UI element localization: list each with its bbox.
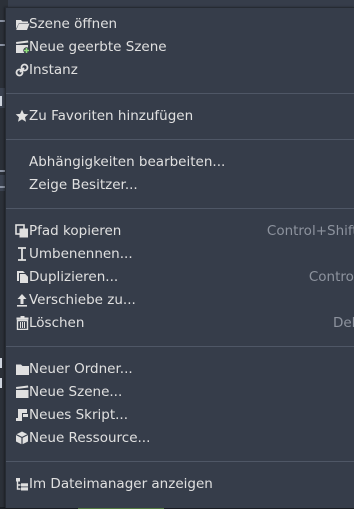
menu-item-label: Verschiebe zu...: [29, 292, 136, 308]
menu-item-label: Duplizieren...: [29, 269, 119, 285]
clapper-add-icon: [14, 39, 30, 55]
menu-item-label: Zu Favoriten hinzufügen: [29, 108, 194, 124]
menu-item-duplicate[interactable]: Duplizieren... Control+: [6, 266, 354, 289]
menu-item-delete[interactable]: Löschen Delet: [6, 312, 354, 335]
menu-item-copy-path[interactable]: Pfad kopieren Control+Shift+: [6, 220, 354, 243]
folder-open-icon: [14, 16, 30, 32]
separator: [6, 461, 354, 462]
trash-icon: [14, 315, 30, 331]
menu-item-edit-dependencies[interactable]: Abhängigkeiten bearbeiten...: [6, 151, 354, 174]
context-menu: Szene öffnen Neue geerbte Szene Instanz …: [5, 7, 354, 508]
menu-item-label: Zeige Besitzer...: [29, 177, 138, 193]
menu-item-label: Neue Ressource...: [29, 430, 151, 446]
menu-item-new-inherited-scene[interactable]: Neue geerbte Szene: [6, 36, 354, 59]
menu-item-open-scene[interactable]: Szene öffnen: [6, 13, 354, 36]
menu-item-label: Neue Szene...: [29, 384, 123, 400]
separator: [6, 208, 354, 209]
star-icon: [14, 108, 30, 124]
duplicate-icon: [14, 269, 30, 285]
menu-item-move-to[interactable]: Verschiebe zu...: [6, 289, 354, 312]
copy-icon: [14, 223, 30, 239]
menu-item-show-in-file-manager[interactable]: Im Dateimanager anzeigen: [6, 473, 354, 496]
menu-item-shortcut: Control+: [308, 269, 354, 285]
menu-item-new-folder[interactable]: Neuer Ordner...: [6, 358, 354, 381]
move-up-icon: [14, 292, 30, 308]
menu-item-add-favorite[interactable]: Zu Favoriten hinzufügen: [6, 105, 354, 128]
menu-item-label: Im Dateimanager anzeigen: [29, 476, 213, 492]
menu-item-new-resource[interactable]: Neue Ressource...: [6, 427, 354, 450]
menu-item-label: Umbenennen...: [29, 246, 133, 262]
text-cursor-icon: [14, 246, 30, 262]
menu-item-show-owners[interactable]: Zeige Besitzer...: [6, 174, 354, 197]
folder-icon: [14, 361, 30, 377]
menu-item-new-scene[interactable]: Neue Szene...: [6, 381, 354, 404]
menu-item-label: Abhängigkeiten bearbeiten...: [29, 154, 226, 170]
menu-item-instance[interactable]: Instanz: [6, 59, 354, 82]
menu-item-shortcut: Control+Shift+: [266, 223, 354, 239]
menu-item-label: Neue geerbte Szene: [29, 39, 167, 55]
menu-item-new-script[interactable]: Neues Skript...: [6, 404, 354, 427]
menu-item-label: Instanz: [29, 62, 78, 78]
separator: [6, 93, 354, 94]
script-icon: [14, 407, 30, 423]
link-icon: [14, 62, 30, 78]
cube-icon: [14, 430, 30, 446]
filesystem-icon: [14, 476, 30, 492]
clapperboard-icon: [14, 384, 30, 400]
menu-item-label: Pfad kopieren: [29, 223, 122, 239]
separator: [6, 139, 354, 140]
menu-item-label: Löschen: [29, 315, 85, 331]
menu-item-label: Szene öffnen: [29, 16, 118, 32]
menu-item-label: Neuer Ordner...: [29, 361, 133, 377]
menu-item-label: Neues Skript...: [29, 407, 129, 423]
separator: [6, 346, 354, 347]
menu-item-shortcut: Delet: [332, 315, 354, 331]
menu-item-rename[interactable]: Umbenennen... F: [6, 243, 354, 266]
